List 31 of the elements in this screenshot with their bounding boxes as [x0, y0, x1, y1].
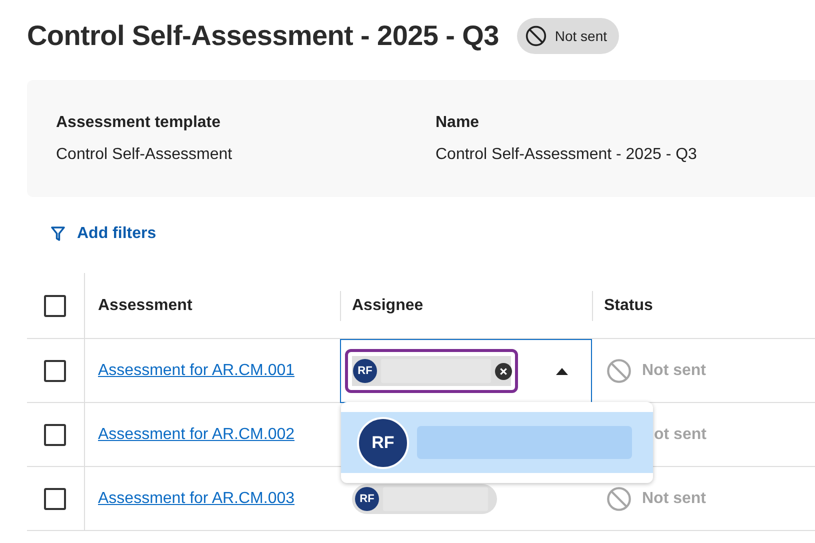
row-checkbox[interactable] — [44, 424, 66, 446]
status-text: Not sent — [642, 490, 706, 508]
detail-label: Name — [436, 114, 480, 132]
detail-label: Assessment template — [56, 114, 222, 132]
assessment-link[interactable]: Assessment for AR.CM.001 — [98, 362, 295, 378]
detail-value: Control Self-Assessment — [56, 146, 234, 164]
assignee-option[interactable]: RF — [341, 412, 653, 473]
avatar: RF — [355, 486, 379, 510]
page-title: Control Self-Assessment - 2025 - Q3 — [27, 20, 499, 52]
status-text: ot sent — [654, 426, 706, 444]
status-text: Not sent — [642, 362, 706, 380]
assignee-chip[interactable]: RF — [352, 484, 497, 514]
column-header: Assessment — [98, 296, 192, 314]
status-badge: Not sent — [516, 18, 620, 54]
avatar: RF — [357, 416, 409, 468]
row-checkbox[interactable] — [44, 488, 66, 510]
column-header: Status — [604, 296, 653, 314]
assignee-select[interactable]: RF — [340, 339, 592, 403]
filter-icon — [51, 226, 65, 242]
assessment-link[interactable]: Assessment for AR.CM.002 — [98, 426, 295, 442]
assessment-link[interactable]: Assessment for AR.CM.003 — [98, 490, 295, 506]
avatar: RF — [353, 359, 377, 383]
select-all-checkbox[interactable] — [44, 294, 66, 316]
add-filters-button[interactable]: Add filters — [51, 225, 156, 243]
not-sent-icon — [524, 25, 547, 47]
caret-icon[interactable] — [556, 368, 568, 374]
row-checkbox[interactable] — [44, 360, 66, 382]
column-header: Assignee — [352, 296, 424, 314]
clear-icon[interactable] — [495, 362, 512, 380]
detail-value: Control Self-Assessment - 2025 - Q3 — [436, 146, 698, 164]
assignee-chip[interactable]: RF — [345, 349, 518, 393]
